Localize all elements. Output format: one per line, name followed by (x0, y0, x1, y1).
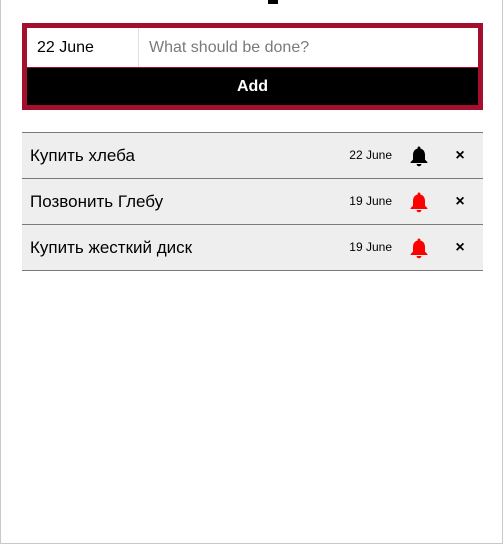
delete-icon[interactable]: × (454, 239, 466, 256)
add-button[interactable]: Add (27, 68, 478, 105)
window-notch (268, 0, 278, 4)
bell-icon[interactable] (408, 237, 430, 259)
task-date: 19 June (349, 240, 392, 254)
task-title: Купить хлеба (30, 146, 135, 165)
form-input-row (27, 28, 478, 67)
bell-icon[interactable] (408, 145, 430, 167)
delete-icon[interactable]: × (454, 193, 466, 210)
task-title: Купить жесткий диск (30, 238, 193, 257)
task-list: Купить хлеба 22 June × Позвонить Глебу 1… (22, 132, 483, 271)
task-row: Позвонить Глебу 19 June × (22, 179, 483, 225)
task-title: Позвонить Глебу (30, 192, 164, 211)
task-date: 19 June (349, 194, 392, 208)
new-task-form: Add (22, 23, 483, 110)
task-date: 22 June (349, 148, 392, 162)
bell-icon[interactable] (408, 191, 430, 213)
delete-icon[interactable]: × (454, 147, 466, 164)
task-row: Купить хлеба 22 June × (22, 133, 483, 179)
task-row: Купить жесткий диск 19 June × (22, 225, 483, 271)
app-window: Add Купить хлеба 22 June × Позвонить Гле… (0, 0, 503, 544)
date-input[interactable] (27, 28, 139, 67)
task-input[interactable] (139, 28, 478, 67)
